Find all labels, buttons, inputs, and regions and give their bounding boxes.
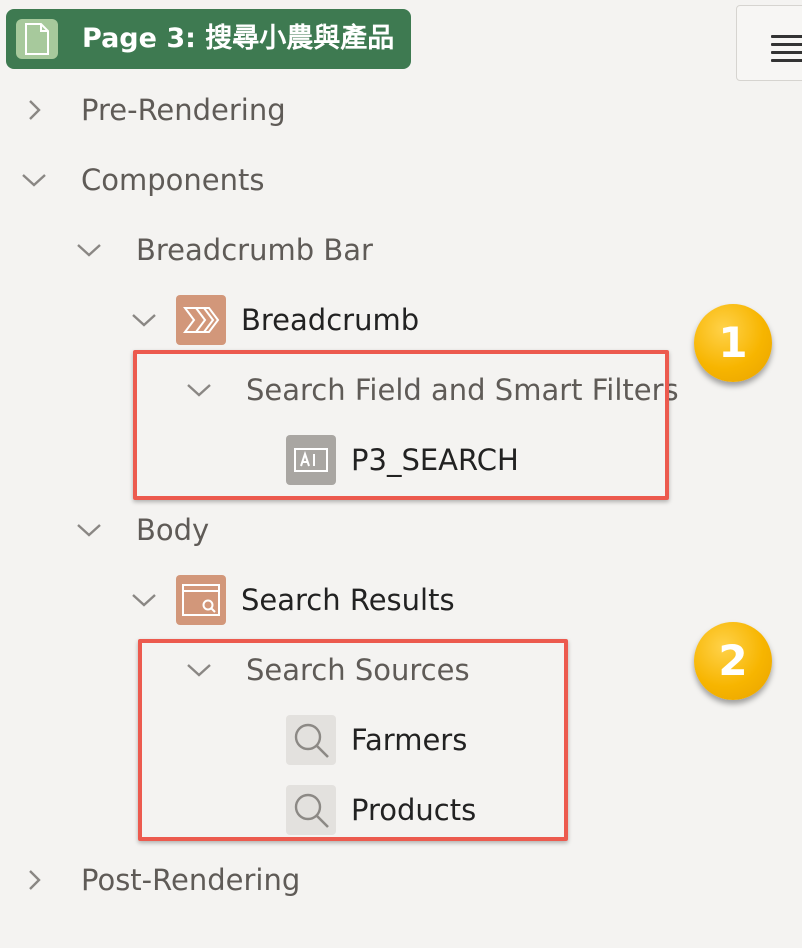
tree-node-body[interactable]: Body (77, 507, 209, 553)
tree-label: Components (81, 163, 265, 197)
highlight-box-search-sources (138, 639, 568, 841)
page-designer-tree: Page 3: 搜尋小農與產品 Pre-Rendering Components… (0, 0, 802, 948)
search-region-icon (176, 575, 226, 625)
tree-label: Search Results (241, 583, 455, 617)
tree-node-post-rendering[interactable]: Post-Rendering (22, 857, 300, 903)
chevron-right-icon[interactable] (22, 98, 46, 122)
tree-label: Pre-Rendering (81, 93, 286, 127)
tree-label: Breadcrumb (241, 303, 420, 337)
chevron-down-icon[interactable] (77, 518, 101, 542)
chevron-down-icon[interactable] (77, 238, 101, 262)
callout-badge-1: 1 (694, 304, 772, 382)
callout-badge-2: 2 (694, 622, 772, 700)
highlight-box-search-field (133, 350, 669, 500)
tree-node-pre-rendering[interactable]: Pre-Rendering (22, 87, 286, 133)
chevron-down-icon[interactable] (132, 308, 156, 332)
tree-node-breadcrumb[interactable]: Breadcrumb (132, 295, 420, 345)
tree-label: Body (136, 513, 210, 547)
tree-node-breadcrumb-bar[interactable]: Breadcrumb Bar (77, 227, 373, 273)
page-icon (16, 19, 58, 59)
menu-button[interactable] (736, 5, 802, 81)
chevron-down-icon[interactable] (132, 588, 156, 612)
page-node[interactable]: Page 3: 搜尋小農與產品 (6, 9, 411, 69)
chevron-down-icon[interactable] (22, 168, 46, 192)
breadcrumb-icon (176, 295, 226, 345)
tree-node-search-results[interactable]: Search Results (132, 575, 455, 625)
page-title: Page 3: 搜尋小農與產品 (82, 23, 395, 54)
chevron-right-icon[interactable] (22, 868, 46, 892)
tree-label: Breadcrumb Bar (136, 233, 373, 267)
tree-node-components[interactable]: Components (22, 157, 264, 203)
tree-label: Post-Rendering (81, 863, 301, 897)
